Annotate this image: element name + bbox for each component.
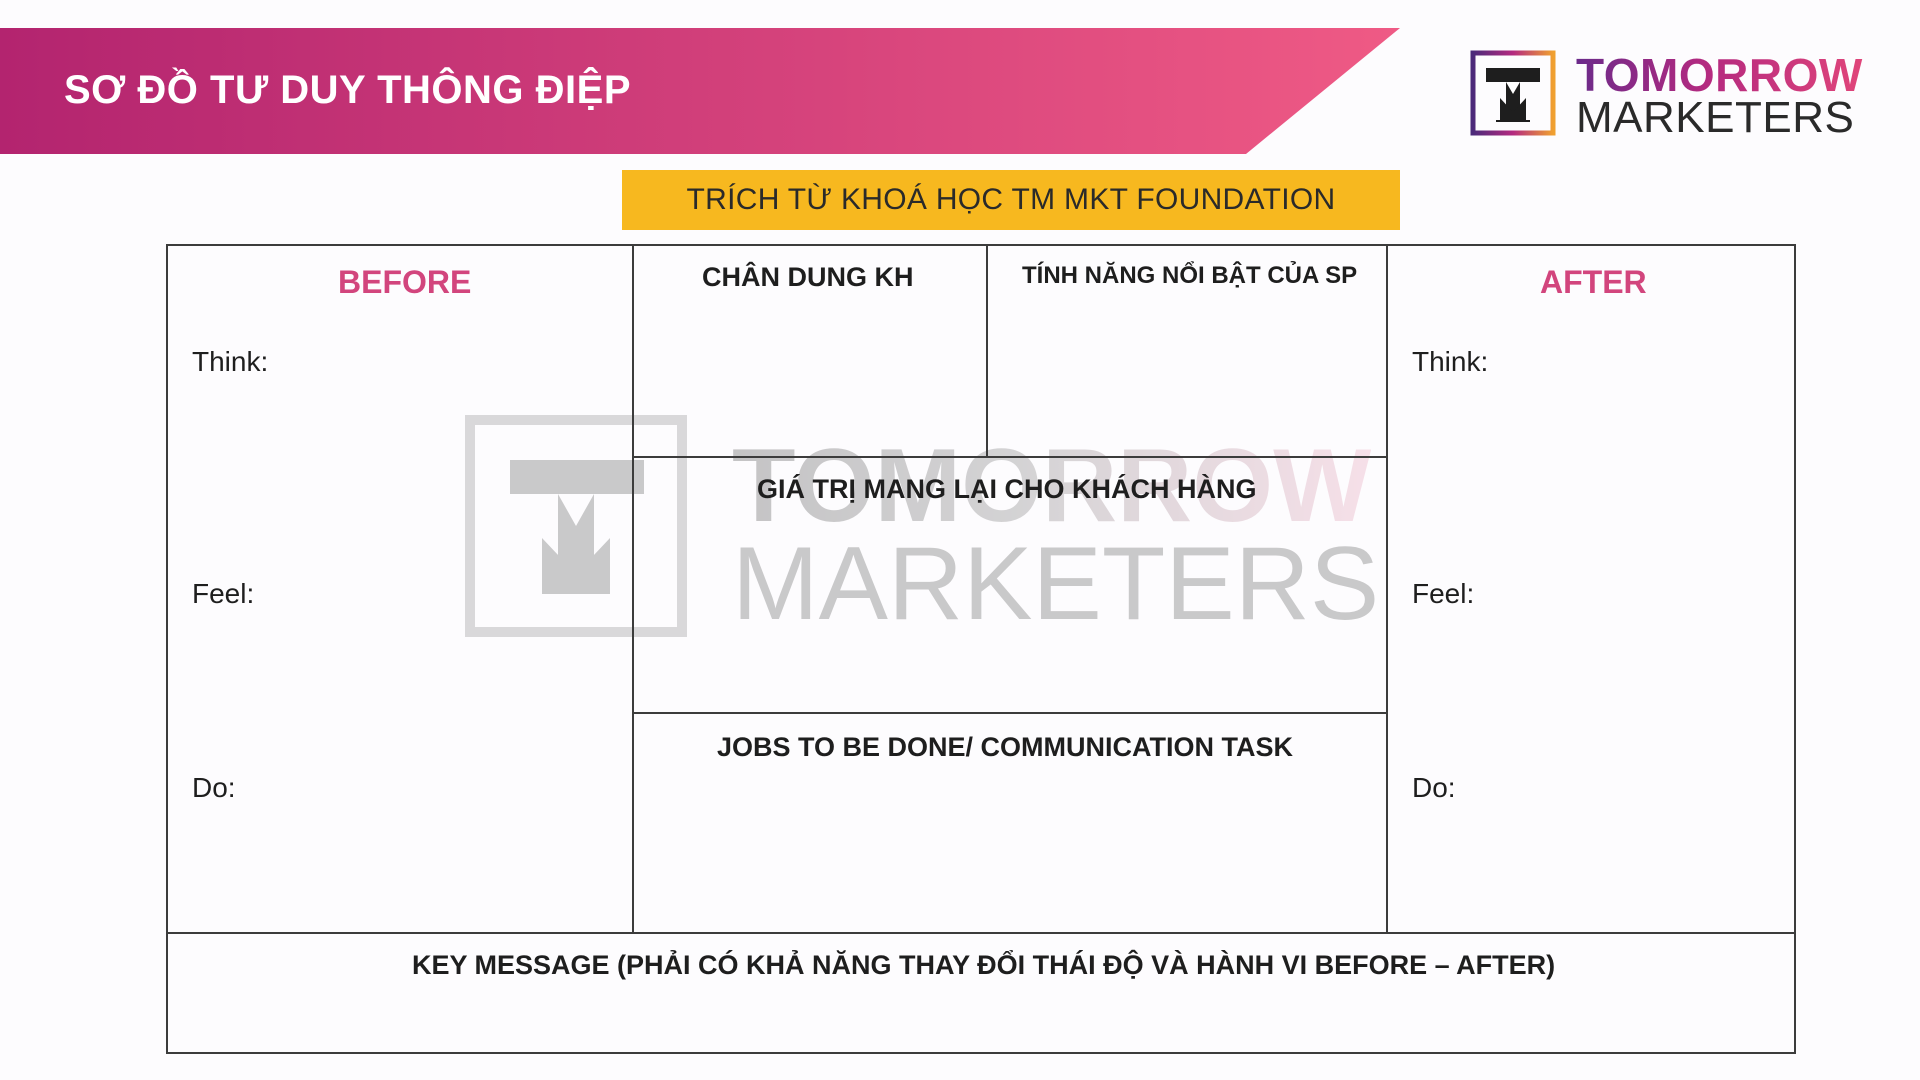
logo-text-bottom: MARKETERS (1576, 93, 1855, 142)
divider-top-middle (632, 456, 1388, 458)
customer-value-heading: GIÁ TRỊ MANG LẠI CHO KHÁCH HÀNG (757, 474, 1257, 504)
customer-portrait-heading: CHÂN DUNG KH (702, 262, 914, 292)
after-think-label: Think: (1412, 346, 1489, 377)
product-features-heading: TÍNH NĂNG NỔI BẬT CỦA SP (1022, 262, 1358, 289)
before-do-label: Do: (192, 772, 236, 803)
after-do-label: Do: (1412, 772, 1456, 803)
slide: SƠ ĐỒ TƯ DUY THÔNG ĐIỆP TOMORROW MARKETE… (0, 0, 1920, 1080)
before-feel-label: Feel: (192, 578, 255, 609)
divider-key-message (166, 932, 1796, 934)
before-think-label: Think: (192, 346, 269, 377)
divider-before (632, 244, 634, 934)
page-title: SƠ ĐỒ TƯ DUY THÔNG ĐIỆP (64, 68, 632, 112)
jobs-to-be-done-heading: JOBS TO BE DONE/ COMMUNICATION TASK (717, 732, 1294, 762)
after-heading: AFTER (1540, 264, 1647, 300)
after-feel-label: Feel: (1412, 578, 1475, 609)
subtitle-text: TRÍCH TỪ KHOÁ HỌC TM MKT FOUNDATION (686, 183, 1336, 216)
before-heading: BEFORE (338, 264, 472, 300)
divider-portrait-features (986, 244, 988, 456)
key-message-heading: KEY MESSAGE (PHẢI CÓ KHẢ NĂNG THAY ĐỔI T… (412, 950, 1556, 980)
logo-text-top: TOMORROW (1576, 49, 1863, 101)
brand-logo: TOMORROW MARKETERS (1468, 50, 1888, 142)
tm-logo-icon (1470, 50, 1556, 136)
divider-value-jobs (632, 712, 1388, 714)
subtitle-strip: TRÍCH TỪ KHOÁ HỌC TM MKT FOUNDATION (622, 170, 1400, 230)
divider-after (1386, 244, 1388, 934)
